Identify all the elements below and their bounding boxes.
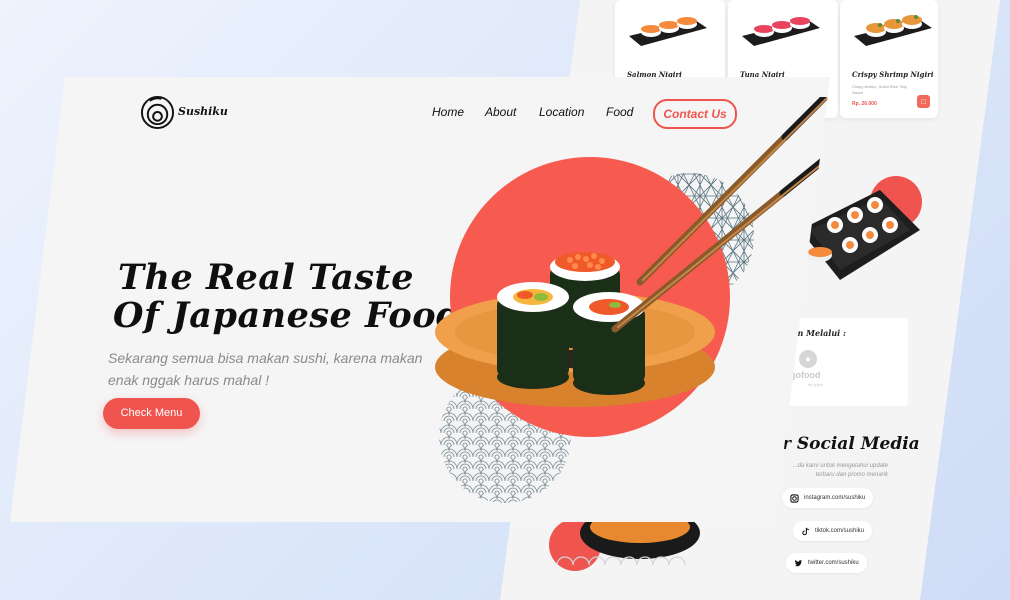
social-link-label: twitter.com/sushiku [808, 560, 859, 566]
social-media-description: ...da kami untuk mengetahui update terba… [792, 463, 888, 478]
social-link-twitter[interactable]: twitter.com/sushiku [786, 553, 867, 573]
tuna-nigiri-image [742, 17, 820, 46]
menu-card-description: Crispy shrimp, Sushi Rice, Soy Sauce [852, 84, 907, 95]
social-link-tiktok[interactable]: tiktok.com/sushiku [793, 521, 873, 541]
hero-title-line-1: The Real Taste [118, 257, 414, 298]
sushi-hero-illustration [435, 97, 830, 503]
social-link-label: instagram.com/sushiku [804, 495, 866, 501]
salmon-nigiri-image [629, 17, 707, 46]
sushiku-logo-icon[interactable] [140, 95, 175, 130]
gofood-sublabel: by gojek [808, 382, 823, 387]
shopping-bag-icon[interactable]: □ [917, 95, 930, 108]
social-link-instagram[interactable]: instagram.com/sushiku [782, 488, 874, 508]
social-media-title: r Social Media [782, 434, 920, 454]
gofood-label[interactable]: gofood [790, 370, 821, 380]
brand-name[interactable]: Sushiku [178, 105, 228, 118]
twitter-icon [794, 559, 803, 566]
social-link-label: tiktok.com/sushiku [815, 528, 865, 534]
instagram-icon [790, 493, 799, 503]
tiktok-icon [802, 527, 810, 535]
hero-title-line-2: Of Japanese Food [113, 295, 462, 336]
menu-card-name: Crispy Shrimp Nigiri [852, 70, 934, 79]
hero-landing-panel: Sushiku Home About Location Food Contact… [10, 77, 830, 522]
check-menu-button[interactable]: Check Menu [103, 398, 200, 429]
gofood-icon[interactable]: ● [799, 350, 817, 368]
menu-card-crispy-shrimp[interactable]: Crispy Shrimp Nigiri Crispy shrimp, Sush… [840, 0, 938, 118]
menu-card-price: Rp. 26.000 [852, 101, 877, 107]
crispy-shrimp-nigiri-image [854, 15, 932, 46]
hero-subtitle: Sekarang semua bisa makan sushi, karena … [108, 350, 423, 388]
